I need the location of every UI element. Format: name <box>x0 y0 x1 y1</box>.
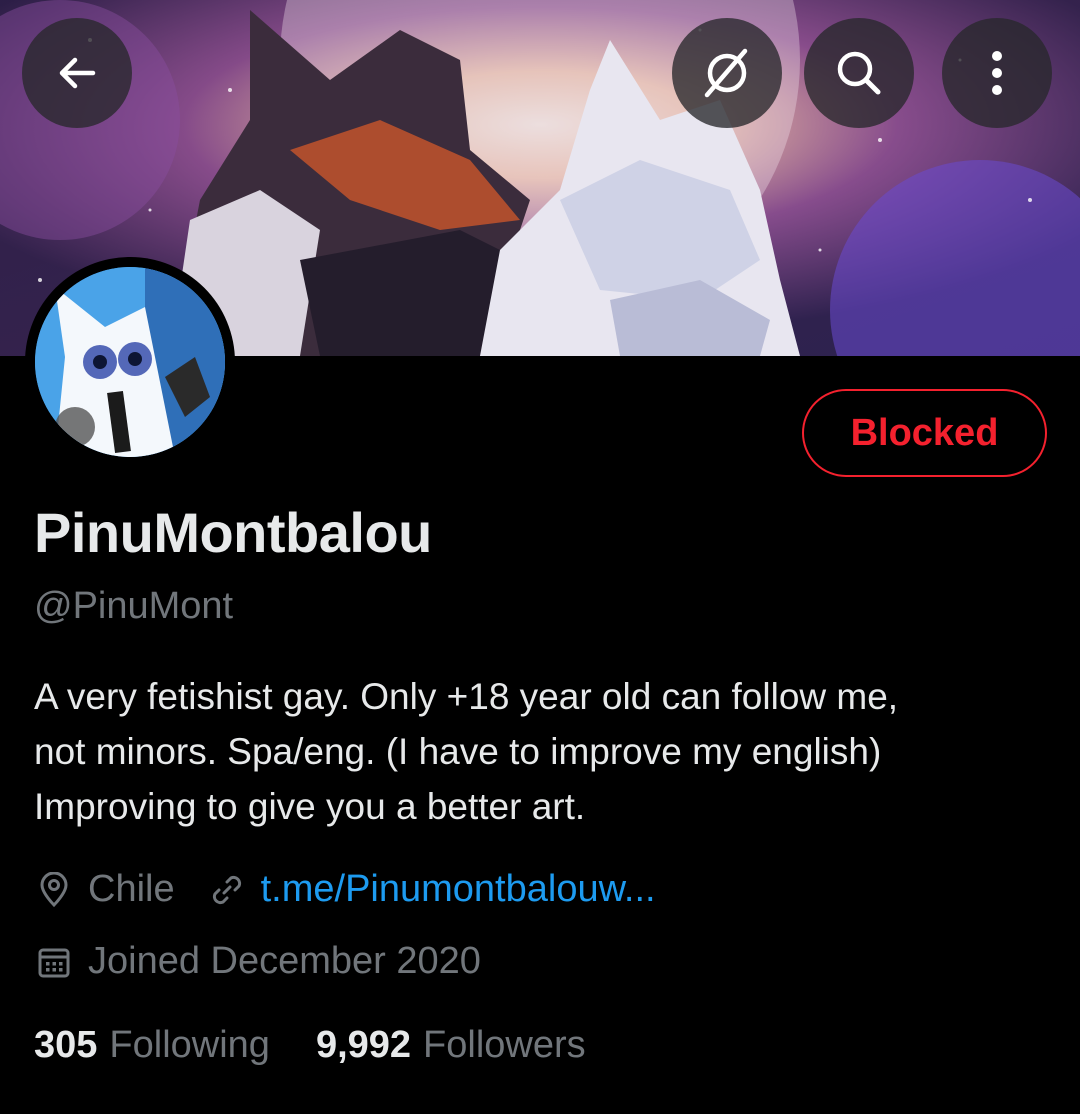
grok-icon <box>704 48 748 98</box>
following-label: Following <box>109 1024 270 1066</box>
joined-date: Joined December 2020 <box>88 940 481 982</box>
website-link[interactable]: t.me/Pinumontbalouw... <box>261 868 656 911</box>
profile-meta-row: Chile t.me/Pinumontbalouw... <box>34 868 656 911</box>
display-name: PinuMontbalou <box>34 501 432 564</box>
location-text: Chile <box>88 868 175 910</box>
link-icon <box>207 870 247 910</box>
followers-stat[interactable]: 9,992 Followers <box>316 1024 586 1067</box>
following-count: 305 <box>34 1024 98 1066</box>
more-vertical-icon <box>992 51 1002 95</box>
grok-button[interactable] <box>672 18 782 128</box>
profile-bio: A very fetishist gay. Only +18 year old … <box>34 676 899 827</box>
location-icon <box>34 870 74 910</box>
joined-row: Joined December 2020 <box>34 940 481 983</box>
more-options-button[interactable] <box>942 18 1052 128</box>
user-handle: @PinuMont <box>34 585 234 627</box>
arrow-left-icon <box>59 57 96 89</box>
avatar[interactable] <box>25 257 235 467</box>
followers-count: 9,992 <box>315 1024 412 1066</box>
follow-stats: 305 Following 9,992 Followers <box>34 1024 586 1067</box>
search-icon <box>837 51 881 95</box>
blocked-button[interactable]: Blocked <box>802 389 1047 477</box>
back-button[interactable] <box>22 18 132 128</box>
calendar-icon <box>34 942 74 982</box>
search-button[interactable] <box>804 18 914 128</box>
followers-label: Followers <box>423 1024 586 1066</box>
following-stat[interactable]: 305 Following <box>34 1024 270 1067</box>
avatar-image <box>35 267 225 457</box>
